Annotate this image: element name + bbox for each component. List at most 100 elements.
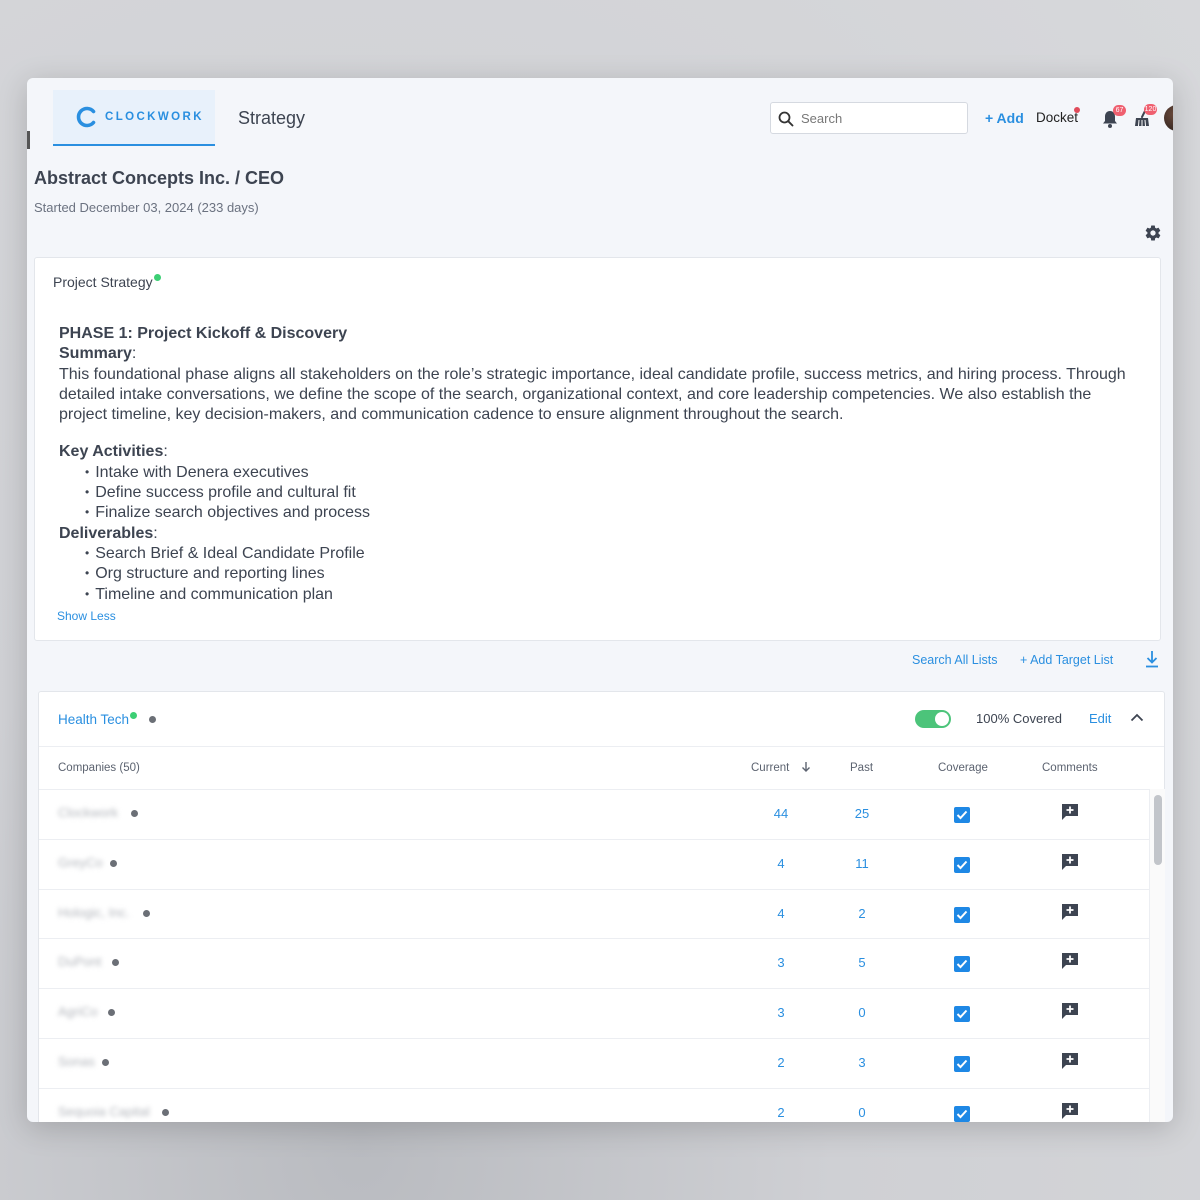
add-target-list-link[interactable]: + Add Target List — [1020, 653, 1113, 667]
deliverable-item: Search Brief & Ideal Candidate Profile — [85, 544, 1139, 564]
window-edge-marker — [27, 131, 30, 149]
table-row: Sequoia Capital 2 0 — [39, 1087, 1149, 1122]
add-comment-icon[interactable] — [1061, 803, 1079, 821]
column-header-coverage[interactable]: Coverage — [938, 762, 988, 774]
past-count[interactable]: 2 — [842, 906, 882, 921]
current-count[interactable]: 3 — [761, 955, 801, 970]
current-count[interactable]: 4 — [761, 856, 801, 871]
chevron-up-icon[interactable] — [1130, 712, 1144, 722]
summary-label: Summary — [59, 345, 132, 363]
deliverable-item: Timeline and communication plan — [85, 585, 1139, 605]
deliverables-list: Search Brief & Ideal Candidate Profile O… — [59, 544, 1139, 605]
bell-count-badge: 67 — [1113, 105, 1126, 116]
past-count[interactable]: 3 — [842, 1055, 882, 1070]
past-count[interactable]: 0 — [842, 1105, 882, 1120]
current-count[interactable]: 3 — [761, 1005, 801, 1020]
search-icon — [778, 111, 794, 127]
current-count[interactable]: 2 — [761, 1055, 801, 1070]
company-name[interactable]: Sonas — [58, 1054, 95, 1069]
summary-text: This foundational phase aligns all stake… — [59, 365, 1126, 424]
status-dot-grey — [162, 1108, 169, 1116]
add-comment-icon[interactable] — [1061, 1002, 1079, 1020]
coverage-checkbox[interactable] — [954, 1006, 970, 1023]
deliverables-label: Deliverables — [59, 524, 154, 542]
gear-icon[interactable] — [1144, 224, 1162, 242]
checkmark-icon — [956, 1059, 968, 1069]
strategy-document: PHASE 1: Project Kickoff & Discovery Sum… — [59, 324, 1139, 605]
deliverable-item: Org structure and reporting lines — [85, 564, 1139, 584]
coverage-checkbox[interactable] — [954, 956, 970, 973]
add-comment-icon[interactable] — [1061, 853, 1079, 871]
user-avatar[interactable] — [1164, 105, 1173, 131]
activities-list: Intake with Denera executives Define suc… — [59, 463, 1139, 524]
company-name[interactable]: Sequoia Capital — [58, 1104, 150, 1119]
company-name[interactable]: DuPont — [58, 954, 101, 969]
activity-item: Define success profile and cultural fit — [85, 483, 1139, 503]
sort-down-arrow-icon[interactable] — [801, 761, 811, 773]
status-dot-grey — [112, 959, 119, 967]
current-count[interactable]: 44 — [761, 806, 801, 821]
add-comment-icon[interactable] — [1061, 952, 1079, 970]
activities-label: Key Activities — [59, 443, 164, 461]
edit-list-button[interactable]: Edit — [1089, 711, 1111, 726]
company-name[interactable]: Hologic, Inc. — [58, 905, 130, 920]
search-all-lists-link[interactable]: Search All Lists — [912, 653, 997, 667]
coverage-checkbox[interactable] — [954, 807, 970, 823]
status-dot-grey — [108, 1009, 115, 1017]
checkmark-icon — [956, 1109, 968, 1119]
coverage-checkbox[interactable] — [954, 1105, 970, 1122]
phase-title: PHASE 1: Project Kickoff & Discovery — [59, 325, 348, 342]
search-input[interactable] — [801, 110, 951, 126]
status-dot-green — [153, 274, 161, 281]
coverage-checkbox[interactable] — [954, 1055, 970, 1072]
project-start-date: Started December 03, 2024 (233 days) — [34, 200, 259, 215]
logo-text: CLOCKWORK — [105, 111, 204, 123]
app-window: CLOCKWORK Strategy + Add Docket 67 120 — [27, 78, 1173, 1122]
past-count[interactable]: 5 — [842, 955, 882, 970]
checkmark-icon — [956, 810, 968, 820]
table-row: DuPont 3 5 — [39, 938, 1149, 988]
coverage-toggle[interactable] — [915, 710, 951, 728]
column-header-companies: Companies (50) — [58, 762, 140, 774]
status-dot-grey — [102, 1058, 109, 1066]
company-name[interactable]: AgriCo — [58, 1004, 98, 1019]
status-dot-grey — [143, 909, 150, 917]
target-list-card: Health Tech 100% Covered Edit Companies … — [38, 691, 1165, 1122]
activity-item: Finalize search objectives and process — [85, 503, 1139, 523]
docket-link[interactable]: Docket — [1036, 110, 1078, 125]
list-actions: Search All Lists + Add Target List — [27, 650, 1173, 673]
past-count[interactable]: 25 — [842, 806, 882, 821]
add-comment-icon[interactable] — [1061, 1102, 1079, 1120]
checkmark-icon — [956, 1010, 968, 1019]
table-row: GreyCo 4 11 — [39, 838, 1149, 889]
logo-tab[interactable]: CLOCKWORK — [53, 90, 215, 146]
target-list-name-text: Health Tech — [58, 712, 130, 727]
scrollbar-thumb[interactable] — [1154, 795, 1162, 865]
add-comment-icon[interactable] — [1061, 1052, 1079, 1070]
current-count[interactable]: 2 — [761, 1105, 801, 1120]
company-name[interactable]: GreyCo — [58, 855, 103, 870]
column-header-past[interactable]: Past — [850, 762, 873, 774]
download-icon[interactable] — [1144, 650, 1160, 668]
past-count[interactable]: 11 — [842, 856, 882, 871]
checkmark-icon — [956, 910, 968, 920]
target-list-name[interactable]: Health Tech — [58, 712, 138, 727]
column-header-current[interactable]: Current — [751, 762, 789, 774]
add-button[interactable]: + Add — [985, 110, 1024, 126]
coverage-checkbox[interactable] — [954, 906, 970, 923]
coverage-checkbox[interactable] — [954, 856, 970, 873]
table-scrollbar[interactable] — [1149, 789, 1165, 1122]
company-name[interactable]: Clockwork — [58, 805, 118, 820]
toggle-knob — [935, 712, 949, 726]
search-box[interactable] — [770, 102, 968, 134]
checkmark-icon — [956, 860, 968, 870]
add-comment-icon[interactable] — [1061, 903, 1079, 921]
past-count[interactable]: 0 — [842, 1005, 882, 1020]
status-dot-grey — [149, 716, 156, 723]
status-dot-grey — [131, 810, 138, 817]
show-less-link[interactable]: Show Less — [57, 609, 116, 623]
project-strategy-card: Project Strategy PHASE 1: Project Kickof… — [34, 257, 1161, 641]
page-nav-title: Strategy — [238, 108, 306, 128]
current-count[interactable]: 4 — [761, 906, 801, 921]
clockwork-logo-icon — [76, 106, 96, 128]
